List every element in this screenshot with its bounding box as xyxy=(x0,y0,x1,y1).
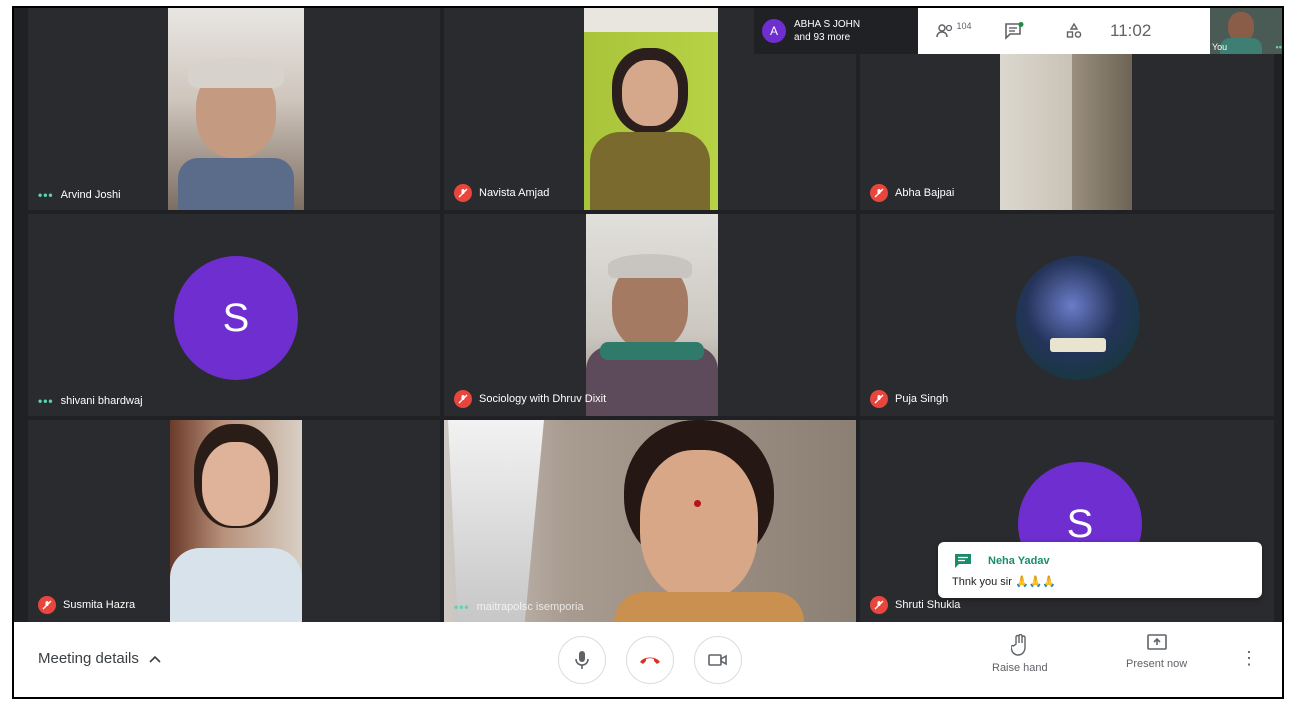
chat-icon xyxy=(1005,22,1024,40)
camera-button[interactable] xyxy=(694,636,742,684)
participant-label: Susmita Hazra xyxy=(38,596,135,614)
presenting-indicator[interactable]: A ABHA S JOHN and 93 more xyxy=(754,8,922,54)
chat-icon xyxy=(955,554,971,568)
mic-off-icon xyxy=(454,184,472,202)
mic-off-icon xyxy=(38,596,56,614)
avatar-letter: S xyxy=(222,295,250,340)
participant-tile[interactable]: ••• Arvind Joshi xyxy=(28,8,440,210)
meeting-details-button[interactable]: Meeting details xyxy=(38,650,161,667)
participant-name: Abha Bajpai xyxy=(895,187,955,199)
leave-call-button[interactable] xyxy=(626,636,674,684)
microphone-button[interactable] xyxy=(558,636,606,684)
raise-hand-button[interactable]: Raise hand xyxy=(992,634,1048,674)
more-vert-icon: ⋮ xyxy=(1240,648,1258,668)
participant-tile[interactable]: Puja Singh xyxy=(860,214,1274,416)
participant-label: Sociology with Dhruv Dixit xyxy=(454,390,606,408)
participant-name: Shruti Shukla xyxy=(895,599,961,611)
participant-label: Puja Singh xyxy=(870,390,948,408)
participant-name: Susmita Hazra xyxy=(63,599,136,611)
people-button[interactable]: 104 xyxy=(932,21,976,38)
participant-grid: ••• Arvind Joshi Navista Amjad Abha Bajp… xyxy=(28,8,1274,622)
self-label: You xyxy=(1212,42,1228,52)
participant-label: Shruti Shukla xyxy=(870,596,960,614)
activities-button[interactable] xyxy=(1052,23,1096,39)
speaking-indicator-icon: ••• xyxy=(1275,42,1282,52)
camera-icon xyxy=(708,654,727,666)
presenter-name: ABHA S JOHN xyxy=(794,19,861,30)
participant-tile[interactable]: Sociology with Dhruv Dixit xyxy=(444,214,856,416)
participant-name: Arvind Joshi xyxy=(60,189,121,201)
participant-video xyxy=(586,214,718,416)
presenter-more: and 93 more xyxy=(794,32,851,43)
participant-name: Sociology with Dhruv Dixit xyxy=(479,393,607,405)
avatar-letter: S xyxy=(1066,501,1094,546)
meeting-details-label: Meeting details xyxy=(38,650,139,667)
participant-avatar: S xyxy=(174,256,298,380)
more-options-button[interactable]: ⋮ xyxy=(1240,648,1258,669)
top-bar: 104 11:02 You ••• xyxy=(918,8,1282,54)
participant-name: shivani bhardwaj xyxy=(60,395,143,407)
participant-video xyxy=(444,420,856,622)
present-now-button[interactable]: Present now xyxy=(1126,634,1187,670)
participant-video xyxy=(584,8,718,210)
presenter-text: ABHA S JOHN and 93 more xyxy=(794,18,860,44)
self-view[interactable]: You ••• xyxy=(1210,8,1282,54)
participant-name: Puja Singh xyxy=(895,393,949,405)
participant-tile[interactable]: ••• maitrapolsc isemporia xyxy=(444,420,856,622)
presenter-avatar: A xyxy=(762,19,786,43)
microphone-icon xyxy=(575,651,589,669)
speaking-indicator-icon: ••• xyxy=(38,394,54,408)
mic-off-icon xyxy=(870,390,888,408)
speaking-indicator-icon: ••• xyxy=(454,600,470,614)
mic-off-icon xyxy=(454,390,472,408)
chat-sender: Neha Yadav xyxy=(988,555,1050,567)
participant-avatar-photo xyxy=(1016,256,1140,380)
end-call-icon xyxy=(640,657,660,664)
participant-tile[interactable]: S ••• shivani bhardwaj xyxy=(28,214,440,416)
participant-tile[interactable]: Susmita Hazra xyxy=(28,420,440,622)
participant-name: Navista Amjad xyxy=(479,187,550,199)
participant-name: maitrapolsc isemporia xyxy=(476,601,584,613)
activities-icon xyxy=(1066,23,1082,38)
participant-video xyxy=(168,8,304,210)
participant-label: ••• shivani bhardwaj xyxy=(38,394,143,408)
speaking-indicator-icon: ••• xyxy=(38,188,54,202)
participant-video xyxy=(170,420,302,622)
chat-button[interactable] xyxy=(992,22,1036,40)
clock: 11:02 xyxy=(1110,21,1152,40)
present-icon xyxy=(1146,634,1167,650)
hand-icon xyxy=(1010,634,1026,656)
participant-count: 104 xyxy=(956,21,972,31)
participant-label: ••• maitrapolsc isemporia xyxy=(454,600,584,614)
participant-label: Navista Amjad xyxy=(454,184,549,202)
bottom-bar: Meeting details Raise hand Present now ⋮ xyxy=(14,622,1282,697)
participant-label: ••• Arvind Joshi xyxy=(38,188,121,202)
chat-notification[interactable]: Neha Yadav Thnk you sir 🙏🙏🙏 xyxy=(938,542,1262,598)
raise-hand-label: Raise hand xyxy=(992,662,1048,674)
mic-off-icon xyxy=(870,184,888,202)
mic-off-icon xyxy=(870,596,888,614)
chevron-up-icon xyxy=(149,655,161,663)
participant-label: Abha Bajpai xyxy=(870,184,954,202)
people-icon xyxy=(936,24,953,38)
meet-window: ••• Arvind Joshi Navista Amjad Abha Bajp… xyxy=(12,6,1284,699)
chat-message: Thnk you sir 🙏🙏🙏 xyxy=(952,576,1057,588)
present-now-label: Present now xyxy=(1126,658,1188,670)
